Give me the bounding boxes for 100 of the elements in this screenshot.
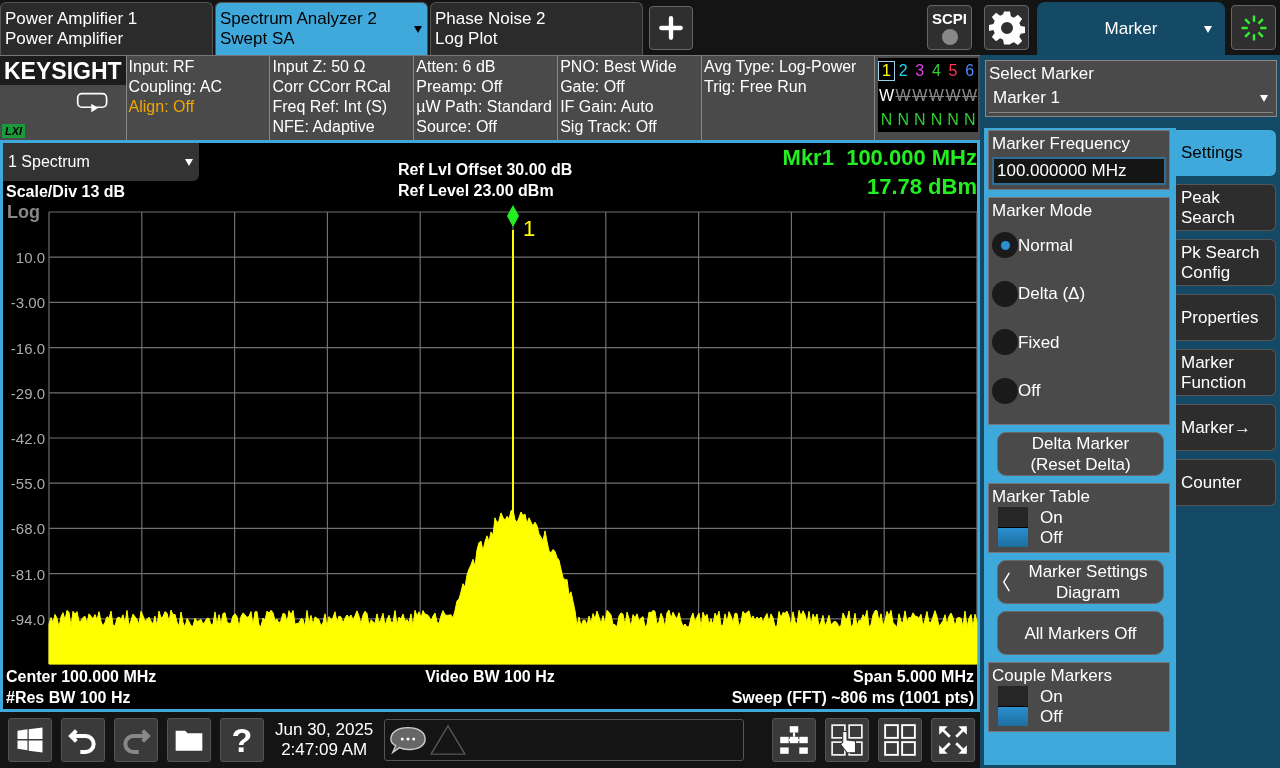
trace-number[interactable]: 2 [894, 61, 912, 81]
caret-icon [1203, 24, 1213, 34]
instrument-tab[interactable]: Spectrum Analyzer 2 Swept SA [215, 2, 428, 55]
redo-button[interactable] [114, 718, 158, 762]
chat-bubble-icon [389, 724, 428, 756]
radio-label: Normal [1018, 234, 1073, 256]
fullscreen-button[interactable] [931, 718, 975, 762]
trace-detector: N [962, 111, 977, 129]
trace-type: W [878, 87, 895, 105]
select-marker-label: Select Marker [989, 63, 1095, 84]
toggle-option-swatch[interactable] [998, 706, 1028, 726]
menu-side-tab[interactable]: Settings [1176, 130, 1276, 176]
radio-button[interactable] [992, 329, 1018, 356]
y-axis-label: -3.00 [9, 293, 46, 314]
caret-icon [184, 157, 194, 167]
touch-window-button[interactable] [825, 718, 869, 762]
sweep-text: Sweep (FFT) ~806 ms (1001 pts) [730, 687, 975, 708]
help-button[interactable]: ? [220, 718, 264, 762]
network-diagram-button[interactable] [772, 718, 816, 762]
menu-button[interactable]: All Markers Off [997, 611, 1164, 655]
y-axis-label: -29.0 [9, 383, 46, 404]
trace-detector: N [946, 111, 960, 129]
menu-side-tab[interactable]: Peak Search [1176, 184, 1276, 231]
menu-side-tab[interactable]: Marker Function [1176, 349, 1276, 396]
plus-icon [658, 15, 684, 41]
radio-button[interactable] [992, 232, 1018, 259]
menu-side-tab[interactable]: Counter [1176, 459, 1276, 506]
marker-diamond-icon[interactable] [507, 205, 519, 227]
center-frequency-text: Center 100.000 MHz [5, 666, 158, 687]
trace-number[interactable]: 3 [911, 61, 929, 81]
toggle-option-swatch[interactable] [998, 686, 1028, 706]
group-label: Couple Markers [992, 665, 1113, 686]
radio-button[interactable] [992, 377, 1018, 404]
y-axis-label: -81.0 [9, 564, 46, 585]
toggle-option-label: On [1040, 685, 1063, 707]
menu-button[interactable]: Marker Settings Diagram [997, 560, 1164, 604]
caret-icon [1259, 93, 1269, 103]
setting-text: Coupling: AC [128, 77, 223, 97]
trace-number[interactable]: 5 [944, 61, 962, 81]
marker-dropdown[interactable]: Marker 1 [989, 84, 1273, 113]
undo-button[interactable] [61, 718, 105, 762]
hand-grid-icon [830, 723, 864, 757]
trace-indicator-panel[interactable]: 1 2 3 4 5 6 WWWWWW N N N N N N [878, 58, 978, 132]
menu-side-tab[interactable]: Marker→ [1176, 404, 1276, 451]
date-text: Jun 30, 2025 [275, 720, 374, 740]
trace-type: W [944, 87, 962, 105]
scpi-button[interactable]: SCPI [927, 5, 972, 50]
add-button[interactable] [649, 6, 693, 50]
toggle-option-swatch[interactable] [998, 527, 1028, 547]
frequency-input-field[interactable]: 100.000000 MHz [992, 157, 1166, 185]
trace-detector: N [879, 111, 894, 129]
setting-text: IF Gain: Auto [560, 97, 655, 117]
window-dropdown[interactable]: 1 Spectrum [3, 143, 199, 181]
menu-side-tab[interactable]: Pk Search Config [1176, 239, 1276, 286]
y-axis-label: 10.0 [14, 248, 46, 269]
display-icon [76, 91, 110, 115]
toggle-option-label: Off [1040, 526, 1063, 548]
trace-type: W [911, 87, 929, 105]
y-axis-label: -94.0 [9, 609, 46, 630]
lxi-badge: LXI [2, 124, 26, 138]
message-area[interactable] [384, 719, 745, 761]
trace-number[interactable]: 6 [961, 61, 978, 81]
setting-text: µW Path: Standard [416, 97, 553, 117]
expand-arrows-icon [936, 723, 970, 757]
trace-detector: N [913, 111, 927, 129]
trace-type: W [961, 87, 978, 105]
field-label: Marker Frequency [992, 133, 1131, 154]
trace-number[interactable]: 1 [878, 61, 895, 81]
busy-indicator-button[interactable] [1231, 5, 1276, 50]
video-bw-text: Video BW 100 Hz [424, 666, 556, 687]
instrument-tab[interactable]: Phase Noise 2 Log Plot [430, 2, 643, 55]
settings-button[interactable] [984, 5, 1029, 50]
radio-label: Delta (Δ) [1018, 283, 1086, 305]
menu-tab[interactable]: Marker [1037, 2, 1225, 55]
brand-logo: KEYSIGHT [0, 56, 126, 85]
y-axis-label: -42.0 [9, 428, 46, 449]
menu-side-tab[interactable]: Properties [1176, 294, 1276, 341]
setting-text: Freq Ref: Int (S) [272, 97, 389, 117]
setting-text: Input Z: 50 Ω [272, 57, 367, 77]
network-diagram-icon [777, 723, 811, 757]
radio-label: Fixed [1018, 331, 1060, 353]
instrument-tab[interactable]: Power Amplifier 1 Power Amplifier [0, 2, 213, 55]
menu-button[interactable]: Delta Marker (Reset Delta) [997, 432, 1164, 476]
toggle-option-swatch[interactable] [998, 507, 1028, 527]
setting-text: Source: Off [416, 117, 498, 137]
time-text: 2:47:09 AM [281, 740, 368, 760]
radio-button[interactable] [992, 280, 1018, 307]
windows-button[interactable] [8, 718, 52, 762]
y-axis-label: -55.0 [9, 474, 46, 495]
trace-number[interactable]: 4 [928, 61, 945, 81]
setting-text: Align: Off [128, 97, 196, 117]
scale-text: Scale/Div 13 dB [5, 182, 127, 202]
setting-text: Preamp: Off [416, 77, 504, 97]
y-axis-label: -68.0 [9, 519, 46, 540]
ref-level-text: Ref Level 23.00 dBm [397, 181, 555, 201]
group-label: Marker Mode [992, 200, 1094, 221]
trace-detector: N [896, 111, 910, 129]
window-layout-button[interactable] [878, 718, 922, 762]
folder-button[interactable] [167, 718, 211, 762]
group-label: Marker Table [992, 486, 1091, 507]
